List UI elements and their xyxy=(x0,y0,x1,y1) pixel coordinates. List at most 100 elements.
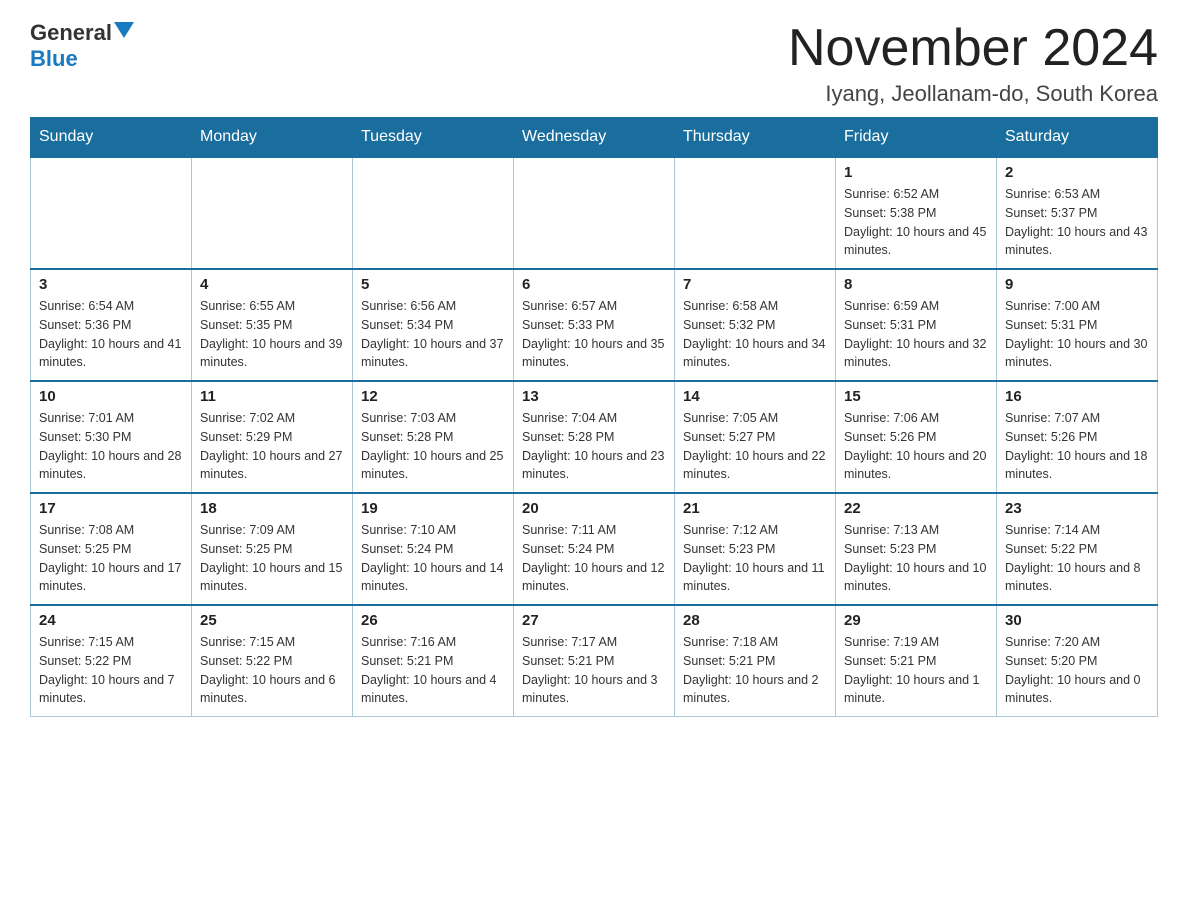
calendar-cell-w2-d0: 3Sunrise: 6:54 AMSunset: 5:36 PMDaylight… xyxy=(31,269,192,381)
day-info: Sunrise: 7:10 AMSunset: 5:24 PMDaylight:… xyxy=(361,521,505,596)
calendar-cell-w2-d5: 8 Sunrise: 6:59 AMSunset: 5:31 PMDaylight… xyxy=(836,269,997,381)
day-number: 12 xyxy=(361,388,505,405)
day-info: Sunrise: 7:15 AMSunset: 5:22 PMDaylight:… xyxy=(200,633,344,708)
header-sunday: Sunday xyxy=(31,118,192,158)
header-tuesday: Tuesday xyxy=(353,118,514,158)
calendar-cell-w5-d2: 26Sunrise: 7:16 AMSunset: 5:21 PMDayligh… xyxy=(353,605,514,717)
day-info: Sunrise: 6:52 AMSunset: 5:38 PMDaylight:… xyxy=(844,185,988,260)
day-info: Sunrise: 7:16 AMSunset: 5:21 PMDaylight:… xyxy=(361,633,505,708)
day-info: Sunrise: 7:03 AMSunset: 5:28 PMDaylight:… xyxy=(361,409,505,484)
logo-general-text: General xyxy=(30,20,112,46)
calendar-cell-w2-d4: 7Sunrise: 6:58 AMSunset: 5:32 PMDaylight… xyxy=(675,269,836,381)
day-number: 11 xyxy=(200,388,344,405)
calendar-cell-w3-d6: 16Sunrise: 7:07 AMSunset: 5:26 PMDayligh… xyxy=(997,381,1158,493)
day-number: 5 xyxy=(361,276,505,293)
day-info: Sunrise: 7:07 AMSunset: 5:26 PMDaylight:… xyxy=(1005,409,1149,484)
calendar-cell-w5-d1: 25 Sunrise: 7:15 AMSunset: 5:22 PMDayligh… xyxy=(192,605,353,717)
day-info: Sunrise: 7:18 AMSunset: 5:21 PMDaylight:… xyxy=(683,633,827,708)
location-subtitle: Iyang, Jeollanam-do, South Korea xyxy=(788,81,1158,107)
calendar-cell-w3-d1: 11 Sunrise: 7:02 AMSunset: 5:29 PMDayligh… xyxy=(192,381,353,493)
day-info: Sunrise: 6:57 AMSunset: 5:33 PMDaylight:… xyxy=(522,297,666,372)
day-number: 19 xyxy=(361,500,505,517)
day-number: 17 xyxy=(39,500,183,517)
day-number: 22 xyxy=(844,500,988,517)
calendar-cell-w4-d5: 22 Sunrise: 7:13 AMSunset: 5:23 PMDayligh… xyxy=(836,493,997,605)
page-header: General Blue November 2024 Iyang, Jeolla… xyxy=(30,20,1158,107)
day-number: 24 xyxy=(39,612,183,629)
month-title: November 2024 xyxy=(788,20,1158,77)
day-number: 25 xyxy=(200,612,344,629)
calendar-cell-w2-d3: 6 Sunrise: 6:57 AMSunset: 5:33 PMDaylight… xyxy=(514,269,675,381)
day-info: Sunrise: 6:56 AMSunset: 5:34 PMDaylight:… xyxy=(361,297,505,372)
header-wednesday: Wednesday xyxy=(514,118,675,158)
title-section: November 2024 Iyang, Jeollanam-do, South… xyxy=(788,20,1158,107)
day-number: 4 xyxy=(200,276,344,293)
calendar-week-2: 3Sunrise: 6:54 AMSunset: 5:36 PMDaylight… xyxy=(31,269,1158,381)
day-info: Sunrise: 7:14 AMSunset: 5:22 PMDaylight:… xyxy=(1005,521,1149,596)
calendar-cell-w1-d2 xyxy=(353,157,514,269)
day-info: Sunrise: 7:19 AMSunset: 5:21 PMDaylight:… xyxy=(844,633,988,708)
calendar-cell-w3-d2: 12 Sunrise: 7:03 AMSunset: 5:28 PMDayligh… xyxy=(353,381,514,493)
day-number: 8 xyxy=(844,276,988,293)
day-number: 27 xyxy=(522,612,666,629)
calendar-cell-w1-d1 xyxy=(192,157,353,269)
header-thursday: Thursday xyxy=(675,118,836,158)
logo-triangle-icon xyxy=(114,22,134,38)
calendar-cell-w5-d3: 27 Sunrise: 7:17 AMSunset: 5:21 PMDayligh… xyxy=(514,605,675,717)
day-info: Sunrise: 7:11 AMSunset: 5:24 PMDaylight:… xyxy=(522,521,666,596)
calendar-cell-w5-d6: 30 Sunrise: 7:20 AMSunset: 5:20 PMDayligh… xyxy=(997,605,1158,717)
calendar-week-1: 1 Sunrise: 6:52 AMSunset: 5:38 PMDaylight… xyxy=(31,157,1158,269)
header-saturday: Saturday xyxy=(997,118,1158,158)
calendar-cell-w4-d4: 21 Sunrise: 7:12 AMSunset: 5:23 PMDayligh… xyxy=(675,493,836,605)
day-info: Sunrise: 6:59 AMSunset: 5:31 PMDaylight:… xyxy=(844,297,988,372)
calendar-table: Sunday Monday Tuesday Wednesday Thursday… xyxy=(30,117,1158,717)
calendar-cell-w2-d1: 4Sunrise: 6:55 AMSunset: 5:35 PMDaylight… xyxy=(192,269,353,381)
day-number: 9 xyxy=(1005,276,1149,293)
logo: General Blue xyxy=(30,20,134,72)
day-info: Sunrise: 7:08 AMSunset: 5:25 PMDaylight:… xyxy=(39,521,183,596)
calendar-cell-w1-d6: 2 Sunrise: 6:53 AMSunset: 5:37 PMDaylight… xyxy=(997,157,1158,269)
day-info: Sunrise: 7:15 AMSunset: 5:22 PMDaylight:… xyxy=(39,633,183,708)
day-number: 20 xyxy=(522,500,666,517)
day-info: Sunrise: 7:04 AMSunset: 5:28 PMDaylight:… xyxy=(522,409,666,484)
day-number: 30 xyxy=(1005,612,1149,629)
day-number: 1 xyxy=(844,164,988,181)
calendar-cell-w5-d5: 29 Sunrise: 7:19 AMSunset: 5:21 PMDayligh… xyxy=(836,605,997,717)
day-number: 29 xyxy=(844,612,988,629)
day-number: 23 xyxy=(1005,500,1149,517)
day-info: Sunrise: 7:05 AMSunset: 5:27 PMDaylight:… xyxy=(683,409,827,484)
day-number: 28 xyxy=(683,612,827,629)
calendar-cell-w4-d2: 19 Sunrise: 7:10 AMSunset: 5:24 PMDayligh… xyxy=(353,493,514,605)
calendar-cell-w4-d0: 17 Sunrise: 7:08 AMSunset: 5:25 PMDayligh… xyxy=(31,493,192,605)
day-number: 3 xyxy=(39,276,183,293)
day-number: 2 xyxy=(1005,164,1149,181)
calendar-cell-w1-d0 xyxy=(31,157,192,269)
calendar-cell-w1-d3 xyxy=(514,157,675,269)
day-info: Sunrise: 7:13 AMSunset: 5:23 PMDaylight:… xyxy=(844,521,988,596)
day-info: Sunrise: 6:53 AMSunset: 5:37 PMDaylight:… xyxy=(1005,185,1149,260)
day-info: Sunrise: 7:17 AMSunset: 5:21 PMDaylight:… xyxy=(522,633,666,708)
day-number: 13 xyxy=(522,388,666,405)
day-number: 15 xyxy=(844,388,988,405)
logo-blue-text: Blue xyxy=(30,46,78,72)
calendar-cell-w3-d4: 14 Sunrise: 7:05 AMSunset: 5:27 PMDayligh… xyxy=(675,381,836,493)
calendar-cell-w2-d6: 9 Sunrise: 7:00 AMSunset: 5:31 PMDaylight… xyxy=(997,269,1158,381)
day-info: Sunrise: 7:02 AMSunset: 5:29 PMDaylight:… xyxy=(200,409,344,484)
day-number: 14 xyxy=(683,388,827,405)
day-info: Sunrise: 7:01 AMSunset: 5:30 PMDaylight:… xyxy=(39,409,183,484)
day-number: 6 xyxy=(522,276,666,293)
calendar-cell-w3-d0: 10Sunrise: 7:01 AMSunset: 5:30 PMDayligh… xyxy=(31,381,192,493)
calendar-cell-w2-d2: 5 Sunrise: 6:56 AMSunset: 5:34 PMDaylight… xyxy=(353,269,514,381)
day-number: 21 xyxy=(683,500,827,517)
calendar-cell-w3-d3: 13 Sunrise: 7:04 AMSunset: 5:28 PMDayligh… xyxy=(514,381,675,493)
calendar-week-3: 10Sunrise: 7:01 AMSunset: 5:30 PMDayligh… xyxy=(31,381,1158,493)
calendar-cell-w1-d4 xyxy=(675,157,836,269)
day-info: Sunrise: 7:00 AMSunset: 5:31 PMDaylight:… xyxy=(1005,297,1149,372)
day-info: Sunrise: 7:20 AMSunset: 5:20 PMDaylight:… xyxy=(1005,633,1149,708)
calendar-cell-w5-d4: 28 Sunrise: 7:18 AMSunset: 5:21 PMDayligh… xyxy=(675,605,836,717)
calendar-week-5: 24 Sunrise: 7:15 AMSunset: 5:22 PMDayligh… xyxy=(31,605,1158,717)
calendar-header-row: Sunday Monday Tuesday Wednesday Thursday… xyxy=(31,118,1158,158)
day-info: Sunrise: 7:06 AMSunset: 5:26 PMDaylight:… xyxy=(844,409,988,484)
header-friday: Friday xyxy=(836,118,997,158)
day-info: Sunrise: 7:12 AMSunset: 5:23 PMDaylight:… xyxy=(683,521,827,596)
